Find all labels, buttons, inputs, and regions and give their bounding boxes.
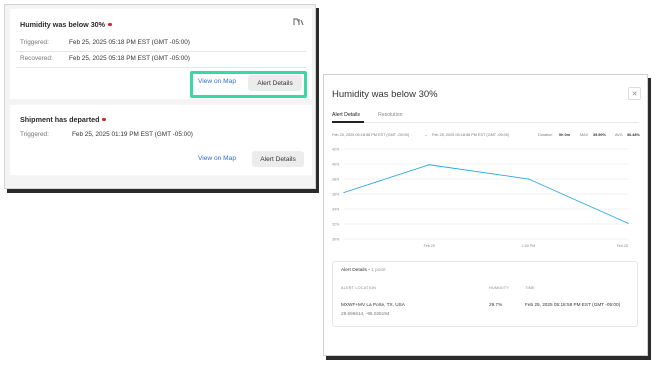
recovered-value: Feb 25, 2025 05:18 PM EST (GMT -05:00) xyxy=(69,55,190,62)
divider xyxy=(16,51,306,52)
duration-label: Duration xyxy=(538,133,553,137)
x-tick-label: Feb 25 xyxy=(424,244,435,248)
active-tab-indicator xyxy=(332,121,364,123)
alert-title: Shipment has departed xyxy=(20,115,106,124)
data-point xyxy=(428,164,430,166)
alert-card[interactable]: Humidity was below 30% Triggered: Feb 25… xyxy=(10,9,312,99)
y-tick-label: 38% xyxy=(332,177,340,181)
y-tick-label: 36% xyxy=(332,192,340,196)
y-tick-label: 42% xyxy=(332,147,340,151)
alert-title-text: Shipment has departed xyxy=(20,115,100,124)
y-tick-label: 34% xyxy=(332,207,340,211)
modal-title: Humidity was below 30% xyxy=(332,89,438,100)
details-title: Alert Details • 1 point xyxy=(341,268,386,273)
column-header-location: ALERT LOCATION xyxy=(341,286,377,290)
column-header-humidity: HUMIDITY xyxy=(489,286,509,290)
alert-title-text: Humidity was below 30% xyxy=(20,20,106,29)
time-cell: Feb 25, 2025 05:18:58 PM EST (GMT -05:00… xyxy=(525,302,621,307)
data-point xyxy=(343,191,345,194)
recovered-label: Recovered: xyxy=(20,55,53,62)
data-point xyxy=(528,178,530,180)
max-value: 39.90% xyxy=(593,133,606,137)
column-header-time: TIME xyxy=(525,286,535,290)
x-tick-label: 1:00 PM xyxy=(522,244,535,248)
alert-details-table: Alert Details • 1 point ALERT LOCATION H… xyxy=(332,261,638,327)
humidity-line-chart: 42% 40% 38% 36% 34% 32% 30% Feb 25 1:00 PM Feb 25 xyxy=(332,147,629,248)
tab-resolution[interactable]: Resolution xyxy=(378,112,403,118)
mute-notification-icon[interactable] xyxy=(292,17,304,27)
alert-details-modal: Humidity was below 30% ✕ Alert Details R… xyxy=(323,74,648,356)
range-end: Feb 25, 2025 05:18:58 PM EST (GMT -05:00… xyxy=(432,133,510,137)
time-range-summary: Feb 25, 2025 05:18:58 PM EST (GMT -05:00… xyxy=(332,133,640,141)
location-cell: MXWF+MV La Porte, TX, USA xyxy=(341,302,405,307)
y-tick-label: 30% xyxy=(332,237,340,241)
range-start: Feb 25, 2025 05:18:58 PM EST (GMT -05:00… xyxy=(332,133,410,137)
alert-card[interactable]: Shipment has departed Triggered: Feb 25,… xyxy=(10,105,312,175)
avg-value: 36.48% xyxy=(627,133,640,137)
humidity-cell: 29.7% xyxy=(489,302,503,307)
x-tick-label: Feb 25 xyxy=(617,244,628,248)
alert-details-button[interactable]: Alert Details xyxy=(252,151,304,167)
alerts-panel: Humidity was below 30% Triggered: Feb 25… xyxy=(4,4,316,189)
close-icon[interactable]: ✕ xyxy=(628,87,641,100)
status-dot xyxy=(102,117,106,122)
details-title-text: Alert Details xyxy=(341,268,367,273)
range-arrow-icon: → xyxy=(424,133,428,137)
y-tick-label: 40% xyxy=(332,162,340,166)
duration-value: 0h 0m xyxy=(559,133,570,137)
divider xyxy=(16,67,306,68)
data-point xyxy=(627,222,629,224)
highlight-annotation xyxy=(190,71,307,98)
triggered-label: Triggered: xyxy=(20,39,49,46)
tab-alert-details[interactable]: Alert Details xyxy=(332,112,360,118)
triggered-value: Feb 25, 2025 01:19 PM EST (GMT -05:00) xyxy=(72,131,193,138)
max-label: MAX xyxy=(580,133,589,137)
modal-tabs: Alert Details Resolution xyxy=(332,111,639,123)
alert-title: Humidity was below 30% xyxy=(20,20,112,29)
triggered-value: Feb 25, 2025 05:18 PM EST (GMT -05:00) xyxy=(69,39,190,46)
y-tick-label: 32% xyxy=(332,222,340,226)
triggered-label: Triggered: xyxy=(20,131,49,138)
coords-cell: 29.696614, -95.025194 xyxy=(341,311,390,316)
avg-label: AVG xyxy=(615,133,623,137)
view-on-map-link[interactable]: View on Map xyxy=(198,155,236,162)
status-dot xyxy=(108,22,112,27)
details-count: • 1 point xyxy=(368,268,386,273)
